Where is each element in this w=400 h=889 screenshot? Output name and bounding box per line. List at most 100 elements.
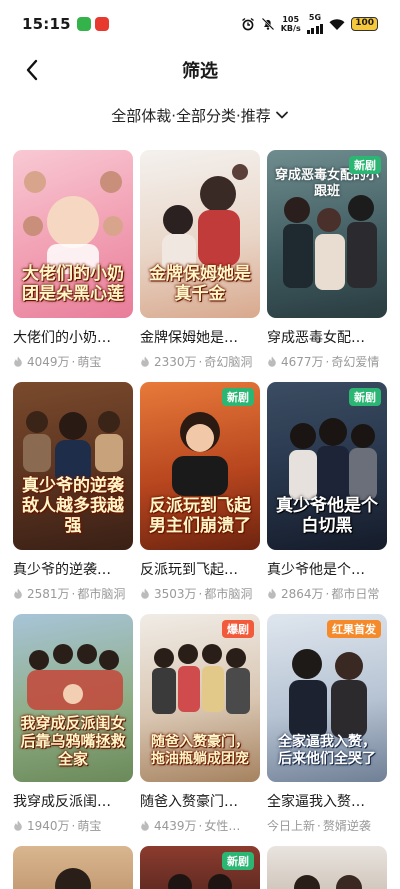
drama-meta: 4049万 · 萌宝: [13, 353, 133, 370]
drama-cover[interactable]: 真少爷他是个白切黑 新剧: [267, 382, 387, 550]
drama-card[interactable]: 随爸入赘豪门，拖油瓶躺成团宠 爆剧 随爸入赘豪门… 4439万 · 女性…: [140, 614, 260, 846]
net-speed: 105 KB/s: [281, 15, 301, 33]
filter-label: 全部体裁·全部分类·推荐: [111, 106, 271, 125]
drama-cover[interactable]: 反派玩到飞起男主们崩溃了 新剧: [140, 382, 260, 550]
drama-card[interactable]: 真少爷的逆袭敌人越多我越强 真少爷的逆袭… 2581万 · 都市脑洞: [13, 382, 133, 614]
poster-title: 真少爷的逆袭敌人越多我越强: [22, 476, 124, 536]
filter-selector[interactable]: 全部体裁·全部分类·推荐: [0, 100, 400, 130]
meta-separator: ·: [71, 818, 76, 833]
drama-meta: 4677万 · 奇幻爱情: [267, 353, 387, 370]
meta-separator: ·: [198, 354, 203, 369]
drama-views: 4439万: [154, 819, 197, 833]
new-badge: 新剧: [349, 156, 381, 174]
poster-title: 全家逼我入赘，后来他们全哭了: [278, 734, 376, 767]
drama-tag: 赘婿逆袭: [322, 819, 371, 833]
meta-separator: ·: [71, 354, 76, 369]
drama-title[interactable]: 大佬们的小奶…: [13, 329, 133, 347]
drama-title[interactable]: 全家逼我入赘…: [267, 793, 387, 811]
poster-title: 大佬们的小奶团是朵黑心莲: [22, 264, 124, 304]
status-indicators: 105 KB/s 5G 100: [241, 14, 378, 34]
drama-meta: 2864万 · 都市日常: [267, 585, 387, 602]
back-button[interactable]: [18, 56, 46, 84]
drama-tag: 奇幻脑洞: [204, 355, 253, 369]
signal-group: 5G: [306, 13, 324, 34]
poster-title: 随爸入赘豪门，拖油瓶躺成团宠: [151, 734, 249, 767]
drama-views: 2330万: [154, 355, 197, 369]
app-notification-icon: [94, 17, 109, 31]
drama-cover[interactable]: 新剧: [140, 846, 260, 889]
drama-cover[interactable]: [267, 846, 387, 889]
drama-cover[interactable]: [13, 846, 133, 889]
net-speed-unit: KB/s: [280, 24, 301, 33]
drama-views: 2581万: [27, 587, 70, 601]
flame-icon: [268, 356, 276, 367]
drama-views: 4049万: [27, 355, 70, 369]
poster-artwork: [55, 868, 91, 889]
wifi-icon: [329, 18, 345, 30]
network-type: 5G: [308, 13, 322, 22]
flame-icon: [141, 588, 149, 599]
hot-badge: 爆剧: [222, 620, 254, 638]
drama-tag: 奇幻爱情: [331, 355, 380, 369]
drama-meta: 3503万 · 都市脑洞: [140, 585, 260, 602]
drama-meta: 2330万 · 奇幻脑洞: [140, 353, 260, 370]
drama-card[interactable]: 我穿成反派闺女后靠乌鸦嘴拯救全家 我穿成反派闺… 1940万 · 萌宝: [13, 614, 133, 846]
drama-cover[interactable]: 随爸入赘豪门，拖油瓶躺成团宠 爆剧: [140, 614, 260, 782]
drama-tag: 萌宝: [77, 355, 102, 369]
drama-title[interactable]: 随爸入赘豪门…: [140, 793, 260, 811]
drama-card[interactable]: 金牌保姆她是真千金 金牌保姆她是… 2330万 · 奇幻脑洞: [140, 150, 260, 382]
drama-meta: 1940万 · 萌宝: [13, 817, 133, 834]
drama-title[interactable]: 穿成恶毒女配…: [267, 329, 387, 347]
new-badge: 新剧: [349, 388, 381, 406]
nav-bar: 筛选: [0, 48, 400, 92]
drama-cover[interactable]: 穿成恶毒女配的小跟班 新剧: [267, 150, 387, 318]
drama-card[interactable]: [267, 846, 387, 889]
signal-icon: [306, 22, 324, 34]
drama-cover[interactable]: 金牌保姆她是真千金: [140, 150, 260, 318]
flame-icon: [141, 356, 149, 367]
drama-title[interactable]: 我穿成反派闺…: [13, 793, 133, 811]
drama-card[interactable]: [13, 846, 133, 889]
flame-icon: [141, 820, 149, 831]
drama-release-status: 今日上新: [267, 819, 316, 833]
meta-separator: ·: [71, 586, 76, 601]
status-notification-icons: [76, 17, 109, 31]
net-speed-value: 105: [282, 15, 300, 24]
mute-icon: [261, 17, 274, 31]
meta-separator: ·: [325, 586, 330, 601]
alarm-icon: [241, 17, 254, 31]
poster-title: 金牌保姆她是真千金: [149, 264, 251, 304]
drama-views: 4677万: [281, 355, 324, 369]
chevron-left-icon: [26, 59, 38, 81]
drama-card[interactable]: 穿成恶毒女配的小跟班 新剧 穿成恶毒女配… 4677万 · 奇幻爱情: [267, 150, 387, 382]
chevron-down-icon: [275, 111, 288, 119]
poster-title: 我穿成反派闺女后靠乌鸦嘴拯救全家: [20, 714, 126, 768]
drama-tag: 都市脑洞: [77, 587, 126, 601]
drama-card[interactable]: 大佬们的小奶团是朵黑心莲 大佬们的小奶… 4049万 · 萌宝: [13, 150, 133, 382]
drama-grid: 大佬们的小奶团是朵黑心莲 大佬们的小奶… 4049万 · 萌宝 金牌保姆她是真千金 …: [13, 150, 387, 889]
drama-title[interactable]: 反派玩到飞起…: [140, 561, 260, 579]
drama-title[interactable]: 金牌保姆她是…: [140, 329, 260, 347]
drama-title[interactable]: 真少爷他是个…: [267, 561, 387, 579]
drama-cover[interactable]: 真少爷的逆袭敌人越多我越强: [13, 382, 133, 550]
poster-title: 真少爷他是个白切黑: [276, 496, 378, 536]
drama-title[interactable]: 真少爷的逆袭…: [13, 561, 133, 579]
drama-cover[interactable]: 全家逼我入赘，后来他们全哭了 红果首发: [267, 614, 387, 782]
drama-card[interactable]: 真少爷他是个白切黑 新剧 真少爷他是个… 2864万 · 都市日常: [267, 382, 387, 614]
drama-meta: 4439万 · 女性…: [140, 817, 260, 834]
drama-card[interactable]: 反派玩到飞起男主们崩溃了 新剧 反派玩到飞起… 3503万 · 都市脑洞: [140, 382, 260, 614]
drama-cover[interactable]: 我穿成反派闺女后靠乌鸦嘴拯救全家: [13, 614, 133, 782]
drama-tag: 女性…: [204, 819, 241, 833]
drama-card[interactable]: 全家逼我入赘，后来他们全哭了 红果首发 全家逼我入赘… 今日上新 · 赘婿逆袭: [267, 614, 387, 846]
meta-separator: ·: [317, 818, 321, 833]
app-notification-icon: [76, 17, 91, 31]
drama-tag: 都市脑洞: [204, 587, 253, 601]
drama-card[interactable]: 新剧: [140, 846, 260, 889]
drama-tag: 萌宝: [77, 819, 102, 833]
status-time: 15:15: [22, 15, 71, 33]
poster-title: 反派玩到飞起男主们崩溃了: [149, 496, 251, 536]
flame-icon: [14, 820, 22, 831]
drama-meta: 今日上新 · 赘婿逆袭: [267, 817, 387, 834]
meta-separator: ·: [325, 354, 330, 369]
drama-cover[interactable]: 大佬们的小奶团是朵黑心莲: [13, 150, 133, 318]
